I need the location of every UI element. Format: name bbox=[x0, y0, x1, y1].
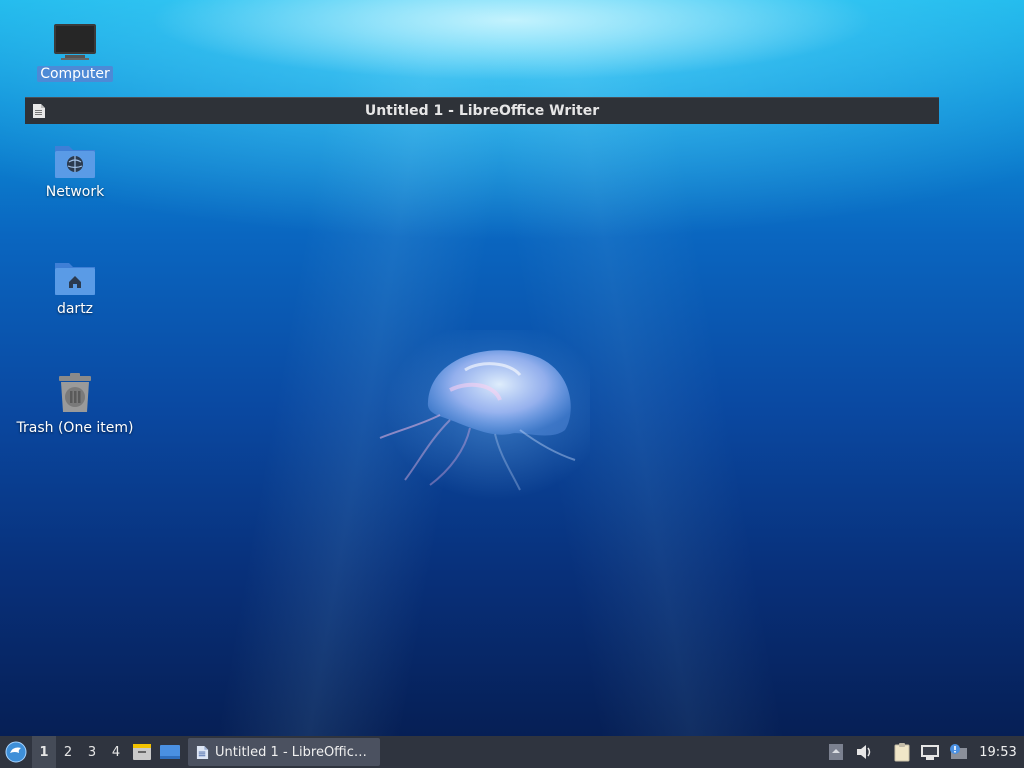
home-folder-icon bbox=[55, 263, 95, 295]
tray-expand-button[interactable] bbox=[822, 736, 850, 768]
clipboard-button[interactable] bbox=[888, 736, 916, 768]
desktop-icon-label: Trash (One item) bbox=[16, 420, 134, 436]
chevron-up-icon bbox=[829, 744, 843, 760]
desktop-icon-label: dartz bbox=[56, 301, 94, 317]
window-title: Untitled 1 - LibreOffice Writer bbox=[364, 103, 600, 119]
system-tray: 19:53 bbox=[822, 736, 1024, 768]
network-folder-icon bbox=[55, 146, 95, 178]
workspace-4[interactable]: 4 bbox=[104, 736, 128, 768]
application-menu-button[interactable] bbox=[0, 736, 32, 768]
launcher-show-desktop[interactable] bbox=[156, 736, 184, 768]
desktop-icon-computer[interactable]: Computer bbox=[15, 22, 135, 82]
clock[interactable]: 19:53 bbox=[972, 745, 1024, 760]
update-notification-icon bbox=[950, 744, 967, 759]
window-titlebar[interactable]: Untitled 1 - LibreOffice Writer bbox=[25, 97, 939, 124]
desktop-icon-label: Computer bbox=[37, 66, 113, 82]
taskbar-task-writer[interactable]: Untitled 1 - LibreOffic… bbox=[188, 738, 380, 766]
writer-document-icon[interactable] bbox=[32, 103, 46, 123]
network-button[interactable] bbox=[916, 736, 944, 768]
trash-icon bbox=[59, 373, 91, 412]
app-menu-logo-icon bbox=[5, 741, 27, 763]
launcher-file-manager[interactable] bbox=[128, 736, 156, 768]
task-label: Untitled 1 - LibreOffic… bbox=[215, 744, 367, 760]
desktop-background: Computer Network dartz Trash (One item) … bbox=[0, 0, 1024, 736]
computer-icon bbox=[54, 24, 96, 60]
desktop-icon-trash[interactable]: Trash (One item) bbox=[15, 372, 135, 436]
updates-button[interactable] bbox=[944, 736, 972, 768]
volume-button[interactable] bbox=[850, 736, 878, 768]
network-wired-icon bbox=[921, 745, 939, 760]
workspace-2[interactable]: 2 bbox=[56, 736, 80, 768]
desktop-icon-network[interactable]: Network bbox=[15, 140, 135, 200]
desktop-icon bbox=[160, 745, 180, 759]
workspace-3[interactable]: 3 bbox=[80, 736, 104, 768]
desktop-icon-label: Network bbox=[45, 184, 105, 200]
file-manager-icon bbox=[133, 744, 151, 760]
desktop-icon-dartz[interactable]: dartz bbox=[15, 257, 135, 317]
workspace-1[interactable]: 1 bbox=[32, 736, 56, 768]
jellyfish-wallpaper-image bbox=[379, 330, 590, 500]
clipboard-icon bbox=[894, 743, 910, 762]
speaker-icon bbox=[857, 745, 871, 759]
taskbar-panel: 1 2 3 4 Untitled 1 - LibreOffic… 19:53 bbox=[0, 736, 1024, 768]
writer-document-icon bbox=[196, 745, 209, 759]
